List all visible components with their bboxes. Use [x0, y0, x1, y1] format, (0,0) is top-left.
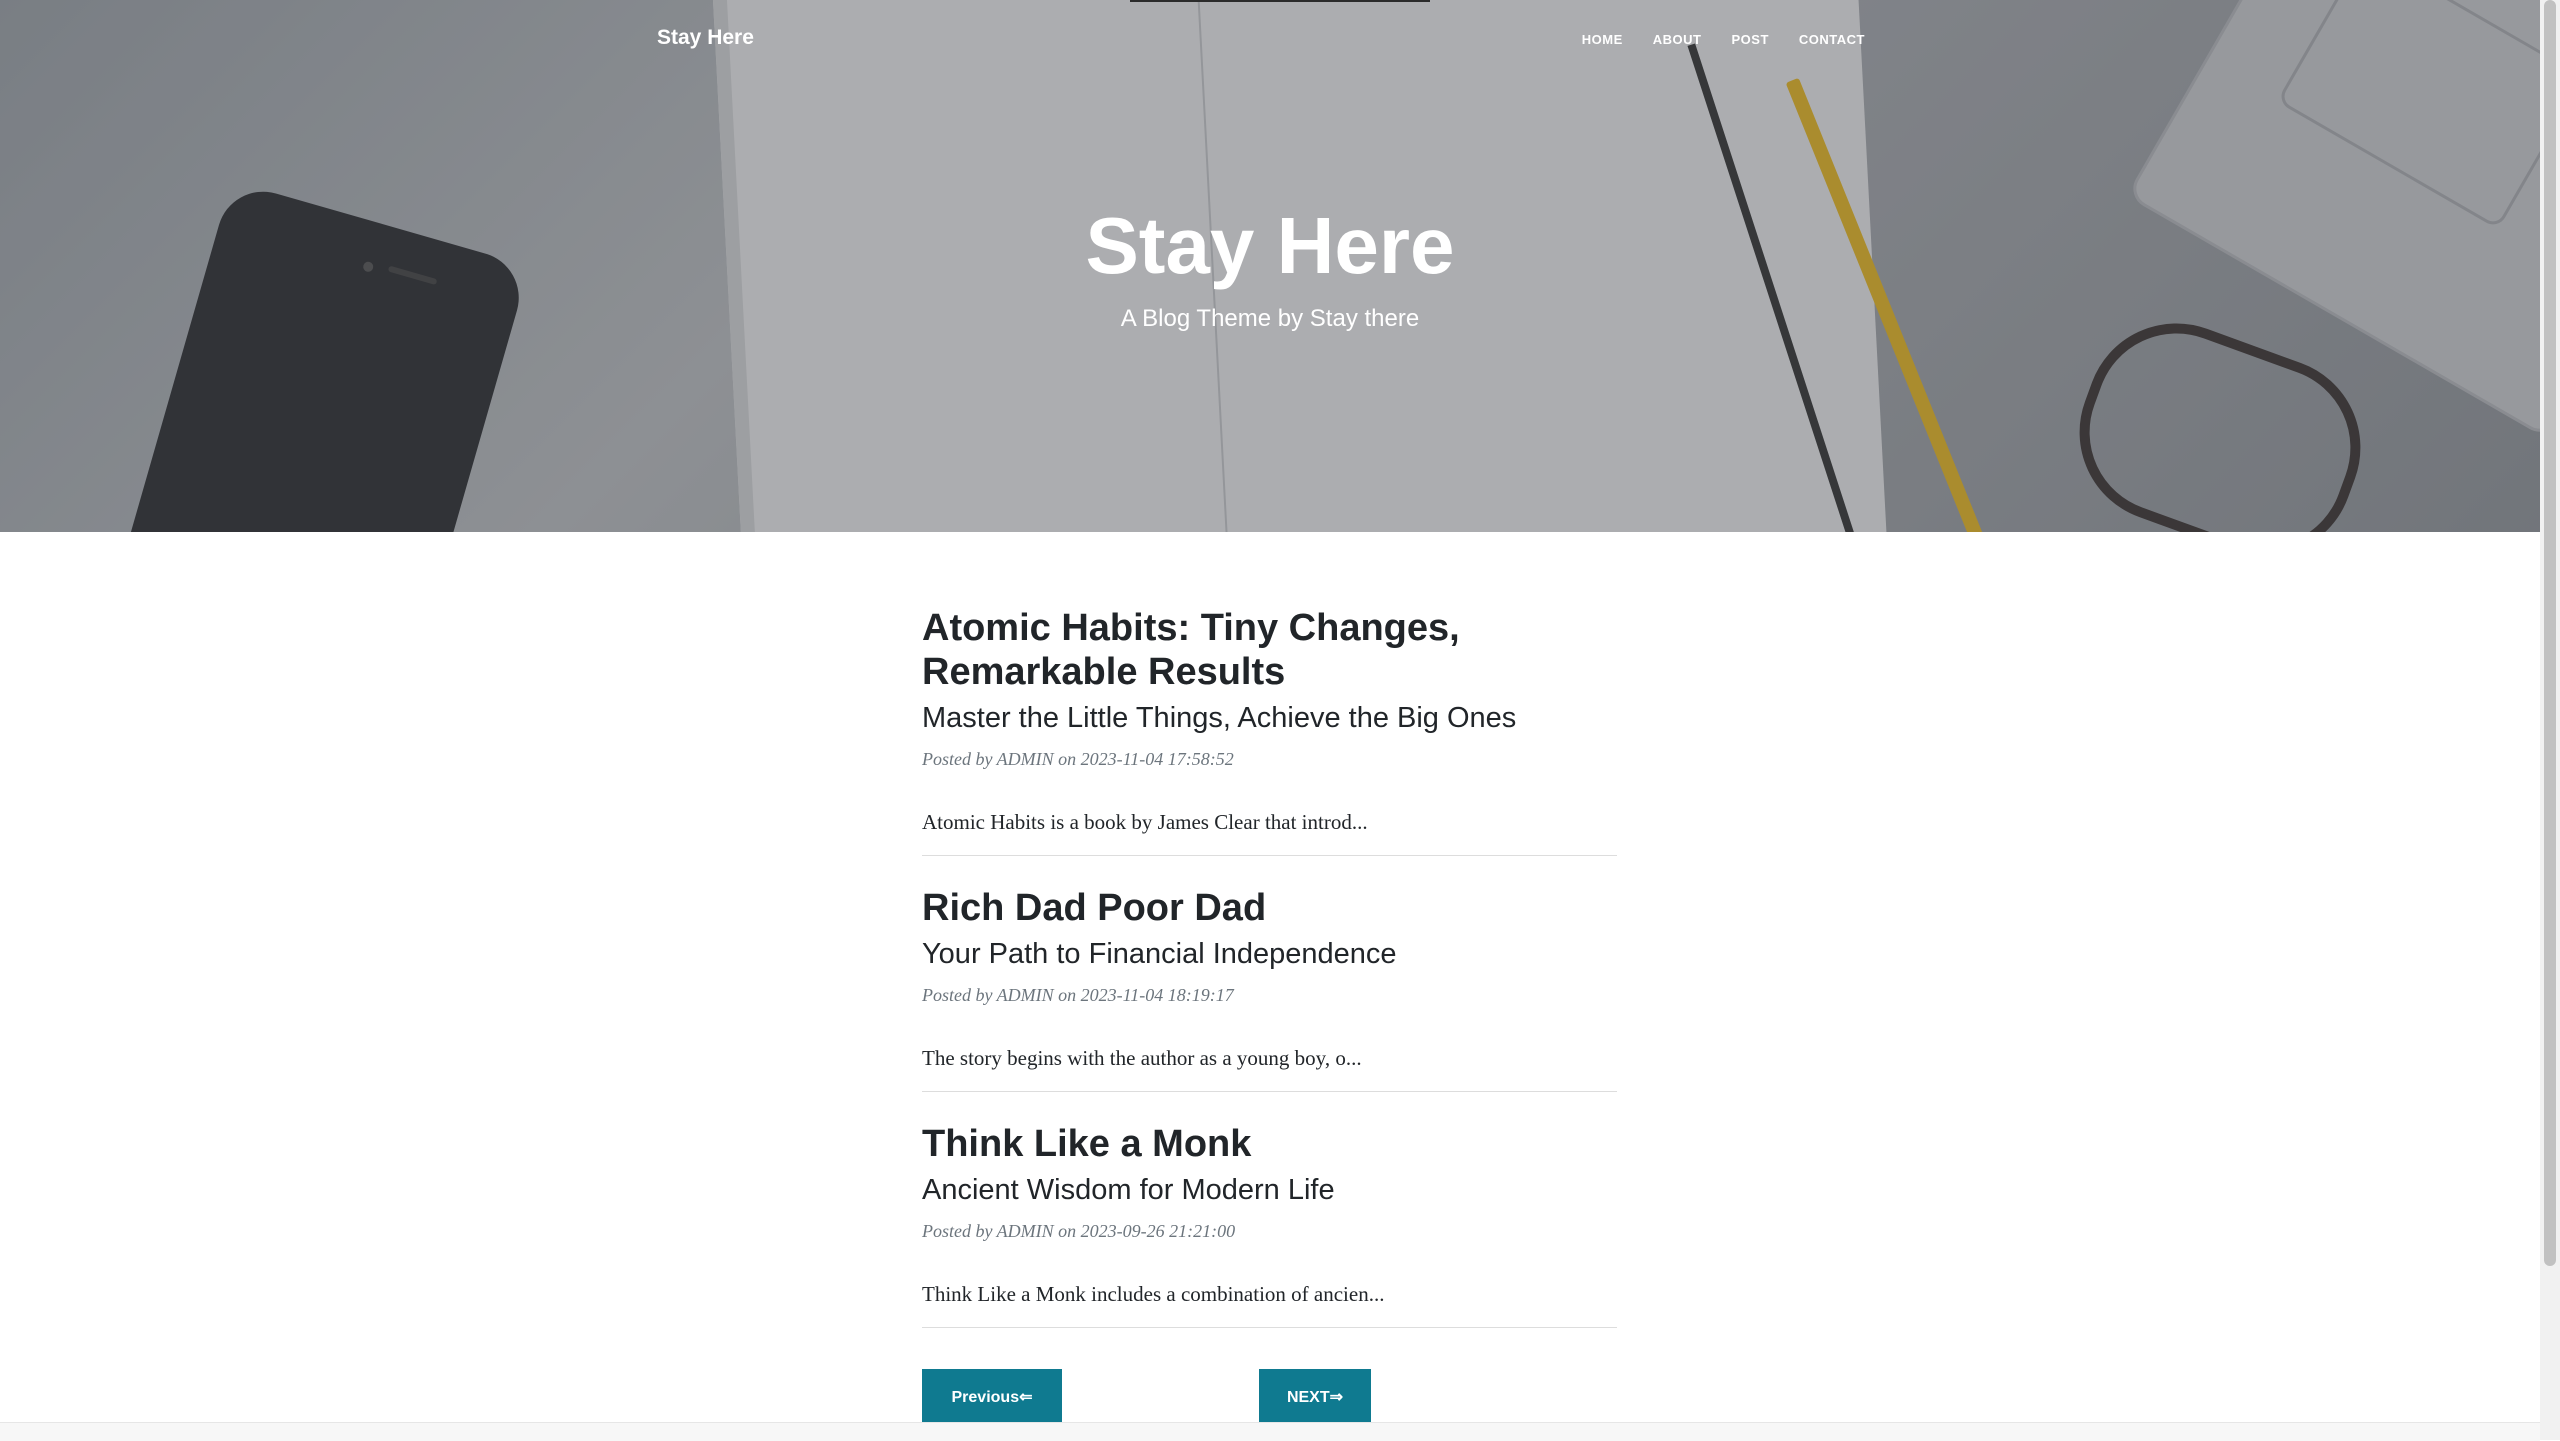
- bottom-edge-bar: [0, 1422, 2540, 1441]
- nav-link-post[interactable]: POST: [1732, 32, 1769, 47]
- post-meta: Posted by ADMIN on 2023-11-04 17:58:52: [922, 749, 1234, 769]
- post-meta: Posted by ADMIN on 2023-09-26 21:21:00: [922, 1221, 1236, 1241]
- post-excerpt: Think Like a Monk includes a combination…: [922, 1282, 1385, 1306]
- next-button[interactable]: NEXT⇒: [1259, 1369, 1371, 1425]
- post-preview[interactable]: Atomic Habits: Tiny Changes, Remarkable …: [922, 606, 1617, 856]
- post-meta: Posted by ADMIN on 2023-11-04 18:19:17: [922, 985, 1234, 1005]
- post-preview[interactable]: Rich Dad Poor Dad Your Path to Financial…: [922, 886, 1617, 1092]
- nav-link-about[interactable]: ABOUT: [1653, 32, 1702, 47]
- post-subtitle[interactable]: Master the Little Things, Achieve the Bi…: [922, 702, 1617, 735]
- vertical-scrollbar[interactable]: [2540, 0, 2560, 1440]
- brand-link[interactable]: Stay Here: [657, 26, 754, 50]
- post-title[interactable]: Think Like a Monk: [922, 1122, 1617, 1166]
- post-excerpt: Atomic Habits is a book by James Clear t…: [922, 810, 1368, 834]
- hero-title: Stay Here: [1085, 201, 1455, 290]
- post-preview[interactable]: Think Like a Monk Ancient Wisdom for Mod…: [922, 1122, 1617, 1328]
- post-subtitle[interactable]: Ancient Wisdom for Modern Life: [922, 1174, 1617, 1207]
- post-list: Atomic Habits: Tiny Changes, Remarkable …: [922, 606, 1617, 1358]
- post-title[interactable]: Atomic Habits: Tiny Changes, Remarkable …: [922, 606, 1617, 694]
- hero-subtitle: A Blog Theme by Stay there: [1120, 305, 1420, 332]
- post-title[interactable]: Rich Dad Poor Dad: [922, 886, 1617, 930]
- scrollbar-thumb[interactable]: [2544, 0, 2556, 1266]
- main-nav: Stay Here HOME ABOUT POST CONTACT: [0, 0, 2540, 80]
- nav-link-contact[interactable]: CONTACT: [1799, 32, 1865, 47]
- pagination: Previous⇐ NEXT⇒: [922, 1369, 1617, 1425]
- nav-menu: HOME ABOUT POST CONTACT: [1582, 32, 1865, 47]
- post-excerpt: The story begins with the author as a yo…: [922, 1046, 1362, 1070]
- post-subtitle[interactable]: Your Path to Financial Independence: [922, 938, 1617, 971]
- nav-link-home[interactable]: HOME: [1582, 32, 1623, 47]
- previous-button[interactable]: Previous⇐: [922, 1369, 1062, 1425]
- hero-banner: Stay Here HOME ABOUT POST CONTACT Stay H…: [0, 0, 2540, 532]
